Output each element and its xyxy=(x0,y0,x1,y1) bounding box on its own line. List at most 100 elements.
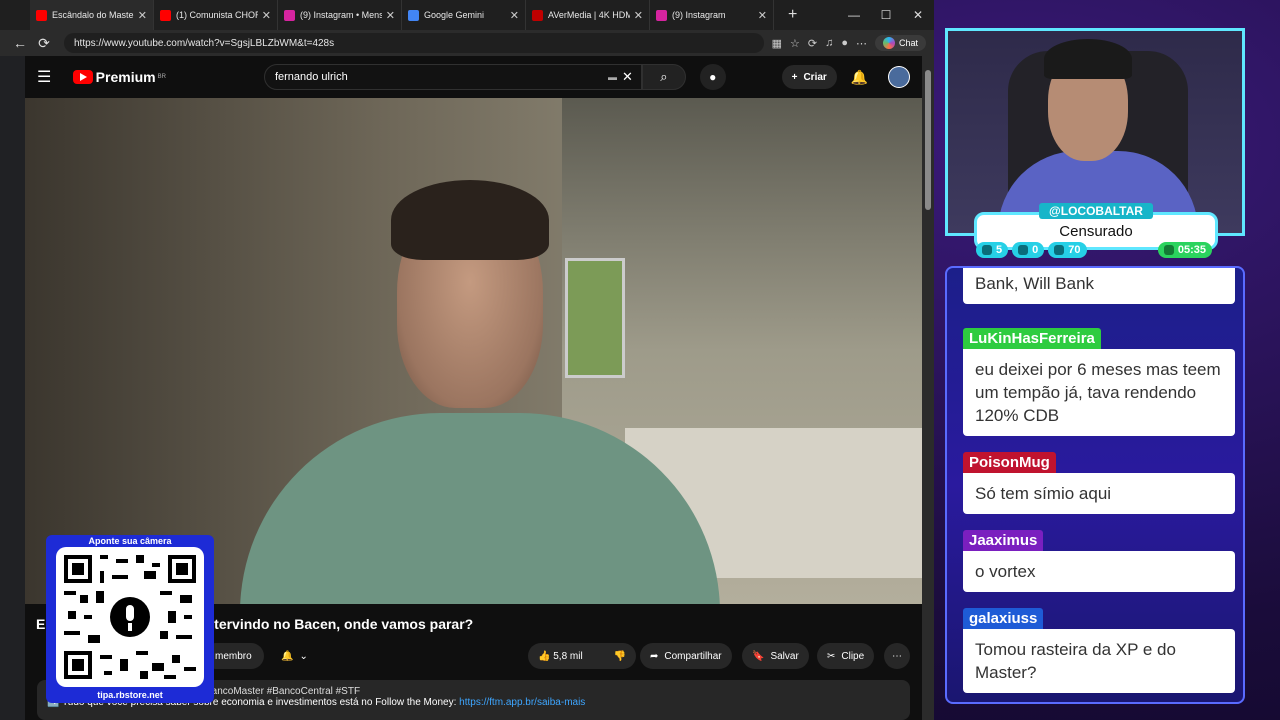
favorite-star-icon[interactable]: ☆ xyxy=(790,37,800,50)
url-input[interactable]: https://www.youtube.com/watch?v=SgsjLBLZ… xyxy=(64,33,764,53)
close-tab-icon[interactable]: ✕ xyxy=(138,9,147,22)
youtube-stat-icon xyxy=(1018,245,1029,255)
chat-user: PoisonMug xyxy=(963,452,1056,473)
scissors-icon: ✂ xyxy=(827,650,836,662)
chat-text: o vortex xyxy=(963,551,1235,592)
dislike-button[interactable]: 👎 xyxy=(614,651,626,662)
close-tab-icon[interactable]: ✕ xyxy=(262,9,271,22)
instagram-icon xyxy=(656,9,667,21)
stream-stats: 5 0 70 05:35 xyxy=(976,242,1212,258)
chat-panel: Bank, Will Bank LuKinHasFerreira eu deix… xyxy=(945,266,1245,704)
browser-tab[interactable]: AVerMedia | 4K HDMI ✕ xyxy=(526,0,650,30)
tab-label: (9) Instagram • Mensagens xyxy=(300,10,382,20)
like-count: 5,8 mil xyxy=(553,650,583,662)
stat-youtube-value: 0 xyxy=(1032,244,1039,256)
create-label: Criar xyxy=(803,71,827,83)
chat-text: Só tem símio aqui xyxy=(963,473,1235,514)
more-actions-button[interactable]: ⋯ xyxy=(884,643,910,669)
more-icon[interactable]: ⋯ xyxy=(856,37,867,50)
music-icon[interactable]: ♫ xyxy=(825,37,833,49)
search-input[interactable]: fernando ulrich ▬ ✕ xyxy=(263,64,642,90)
address-bar: ← ⟳ https://www.youtube.com/watch?v=Sgsj… xyxy=(0,30,934,56)
save-label: Salvar xyxy=(770,650,799,662)
chat-user: Jaaximus xyxy=(963,530,1044,551)
reload-icon[interactable]: ⟳ xyxy=(32,35,56,52)
qr-code xyxy=(56,547,204,687)
like-button[interactable]: 👍 5,8 mil xyxy=(538,651,583,662)
chat-user: galaxiuss xyxy=(963,608,1044,629)
youtube-header: ☰ Premium BR fernando ulrich ▬ ✕ ⌕ ● + Criar… xyxy=(25,56,922,98)
chat-message: galaxiuss Tomou rasteira da XP e do Mast… xyxy=(963,608,1235,693)
browser-tab[interactable]: Google Gemini ✕ xyxy=(402,0,526,30)
video-player[interactable] xyxy=(25,98,922,604)
url-text: https://www.youtube.com/watch?v=SgsjLBLZ… xyxy=(74,37,335,49)
extension-icon[interactable]: ⟳ xyxy=(808,37,817,50)
clip-button[interactable]: ✂ Clipe xyxy=(817,643,875,669)
copilot-icon xyxy=(882,37,895,49)
notifications-icon[interactable]: 🔔 xyxy=(851,69,868,86)
tab-label: (1) Comunista CHORA xyxy=(176,10,258,20)
clear-search-icon[interactable]: ✕ xyxy=(622,69,633,85)
new-tab-button[interactable]: + xyxy=(788,6,797,24)
stat-time: 05:35 xyxy=(1157,242,1212,258)
tab-label: AVerMedia | 4K HDMI xyxy=(548,10,630,20)
tab-label: Google Gemini xyxy=(424,10,485,20)
search-button[interactable]: ⌕ xyxy=(641,64,686,90)
close-window-icon[interactable]: ✕ xyxy=(902,0,934,30)
search-icon: ⌕ xyxy=(660,69,668,84)
back-icon[interactable]: ← xyxy=(8,35,32,51)
maximize-icon[interactable]: ☐ xyxy=(870,0,902,30)
profile-icon[interactable]: ● xyxy=(841,37,848,49)
close-tab-icon[interactable]: ✕ xyxy=(510,9,519,22)
gemini-icon xyxy=(408,9,419,21)
youtube-icon xyxy=(160,9,171,21)
keyboard-icon[interactable]: ▬ xyxy=(608,72,617,82)
create-button[interactable]: + Criar xyxy=(781,65,837,89)
scrollbar[interactable] xyxy=(922,56,934,720)
video-person-hair xyxy=(391,180,549,260)
clip-label: Clipe xyxy=(841,650,865,662)
video-window xyxy=(565,258,625,378)
copilot-chat-button[interactable]: Chat xyxy=(874,35,926,51)
save-button[interactable]: 🔖 Salvar xyxy=(742,643,809,669)
menu-icon[interactable]: ☰ xyxy=(37,67,63,87)
chevron-down-icon: ⌄ xyxy=(299,650,308,662)
notification-bell-button[interactable]: 🔔 ⌄ xyxy=(271,643,318,669)
more-icon: ⋯ xyxy=(892,650,902,662)
share-button[interactable]: ➦ Compartilhar xyxy=(640,643,732,669)
voice-search-button[interactable]: ● xyxy=(699,64,726,90)
close-tab-icon[interactable]: ✕ xyxy=(386,9,395,22)
stat-chat: 5 xyxy=(976,242,1009,258)
close-tab-icon[interactable]: ✕ xyxy=(758,9,767,22)
account-avatar[interactable] xyxy=(888,66,910,88)
viewers-icon xyxy=(1054,245,1065,255)
stat-chat-value: 5 xyxy=(996,244,1003,256)
streamer-handle: @LOCOBALTAR xyxy=(1039,203,1153,219)
youtube-icon xyxy=(36,9,47,21)
share-label: Compartilhar xyxy=(664,650,722,662)
youtube-play-icon xyxy=(72,70,93,84)
chat-text: Tomou rasteira da XP e do Master? xyxy=(963,629,1235,693)
bookmark-icon: 🔖 xyxy=(752,650,765,662)
chat-message: Bank, Will Bank xyxy=(963,268,1235,304)
browser-tab[interactable]: Escândalo do Master ✕ xyxy=(30,0,154,30)
region-label: BR xyxy=(157,74,166,80)
apps-icon[interactable]: ▦ xyxy=(772,37,782,50)
description-link[interactable]: https://ftm.app.br/saiba-mais xyxy=(459,697,585,708)
stat-time-value: 05:35 xyxy=(1177,244,1206,256)
close-tab-icon[interactable]: ✕ xyxy=(634,9,643,22)
browser-tab[interactable]: (9) Instagram • Mensagens ✕ xyxy=(278,0,402,30)
chat-icon xyxy=(982,245,992,255)
browser-tab[interactable]: (9) Instagram ✕ xyxy=(650,0,774,30)
search-bar: fernando ulrich ▬ ✕ ⌕ xyxy=(263,64,686,90)
browser-tab[interactable]: (1) Comunista CHORA ✕ xyxy=(154,0,278,30)
chat-text: Bank, Will Bank xyxy=(963,268,1235,304)
share-icon: ➦ xyxy=(650,650,659,662)
scrollbar-thumb[interactable] xyxy=(925,70,931,210)
address-icons: ▦ ☆ ⟳ ♫ ● ⋯ Chat xyxy=(772,35,926,51)
mic-icon: ● xyxy=(709,70,717,84)
youtube-logo[interactable]: Premium BR xyxy=(72,69,166,85)
chat-text: eu deixei por 6 meses mas teem um tempão… xyxy=(963,349,1235,436)
minimize-icon[interactable]: — xyxy=(838,0,870,30)
instagram-icon xyxy=(284,9,295,21)
